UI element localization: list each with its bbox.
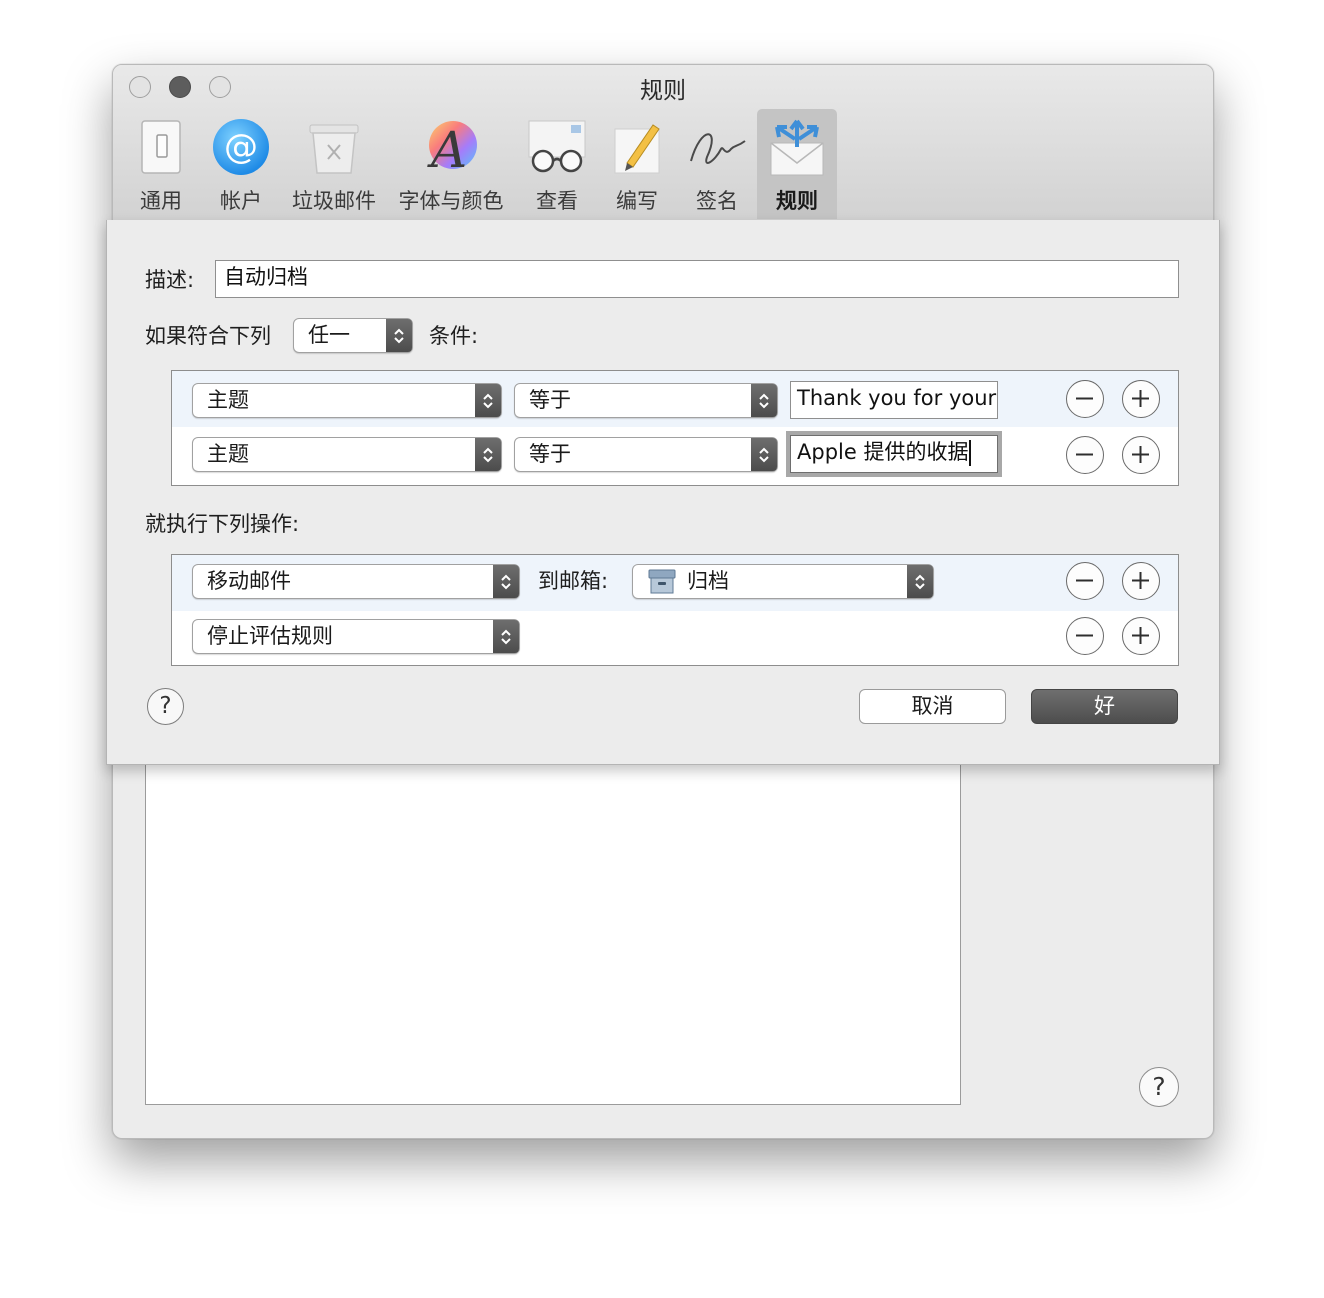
popup-stepper-icon — [493, 565, 519, 598]
minus-icon — [1076, 579, 1093, 582]
condition-row: 主题 等于 Thank you for your — [172, 371, 1178, 427]
toolbar-item-accounts[interactable]: @ 帐户 — [201, 109, 281, 219]
mailbox-value: 归档 — [687, 569, 729, 593]
condition-field-popup[interactable]: 主题 — [192, 437, 502, 472]
actions-list: 移动邮件 到邮箱: 归档 停止评估规则 — [171, 554, 1179, 666]
rules-list[interactable] — [145, 761, 961, 1105]
sheet-help-button[interactable]: ? — [147, 688, 184, 725]
toolbar-item-viewing[interactable]: 查看 — [517, 109, 597, 219]
condition-row: 主题 等于 Apple 提供的收据 — [172, 427, 1178, 483]
plus-icon — [1132, 390, 1149, 407]
plus-icon — [1132, 446, 1149, 463]
popup-stepper-icon — [751, 384, 777, 417]
condition-operator-popup[interactable]: 等于 — [514, 437, 778, 472]
add-condition-button[interactable] — [1122, 380, 1160, 418]
add-action-button[interactable] — [1122, 617, 1160, 655]
toolbar-item-rules[interactable]: 规则 — [757, 109, 837, 219]
conditions-label: 条件: — [429, 324, 479, 348]
condition-value-field-focused[interactable]: Apple 提供的收据 — [790, 435, 998, 473]
archive-box-icon — [648, 569, 676, 594]
action-popup[interactable]: 停止评估规则 — [192, 619, 520, 654]
condition-field-value: 主题 — [207, 442, 249, 466]
toolbar-label-accounts: 帐户 — [220, 189, 262, 213]
minus-icon — [1076, 634, 1093, 637]
toolbar-item-composing[interactable]: 编写 — [597, 109, 677, 219]
remove-condition-button[interactable] — [1066, 380, 1104, 418]
toolbar-item-fonts-colors[interactable]: A 字体与颜色 — [389, 109, 513, 219]
svg-text:A: A — [427, 121, 467, 177]
condition-operator-popup[interactable]: 等于 — [514, 383, 778, 418]
remove-action-button[interactable] — [1066, 562, 1104, 600]
action-popup[interactable]: 移动邮件 — [192, 564, 520, 599]
rule-editor-sheet: 描述: 自动归档 如果符合下列 任一 条件: 主题 等于 Thank you f… — [106, 220, 1220, 765]
toolbar-item-junk[interactable]: 垃圾邮件 — [281, 109, 387, 219]
action-value: 移动邮件 — [207, 569, 291, 593]
action-value: 停止评估规则 — [207, 624, 333, 648]
action-row: 停止评估规则 — [172, 611, 1178, 667]
condition-field-value: 主题 — [207, 388, 249, 412]
condition-field-popup[interactable]: 主题 — [192, 383, 502, 418]
toolbar-label-junk: 垃圾邮件 — [292, 189, 376, 213]
toolbar-label-composing: 编写 — [616, 189, 658, 213]
window-title: 规则 — [640, 78, 686, 104]
text-cursor — [969, 440, 971, 466]
minus-icon — [1076, 453, 1093, 456]
condition-value-text: Apple 提供的收据 — [797, 440, 969, 464]
plus-icon — [1132, 627, 1149, 644]
toolbar-label-fonts-colors: 字体与颜色 — [398, 189, 504, 213]
signature-icon — [690, 133, 746, 164]
svg-text:@: @ — [224, 127, 258, 167]
remove-action-button[interactable] — [1066, 617, 1104, 655]
toolbar-label-viewing: 查看 — [536, 189, 578, 213]
glasses-icon — [528, 120, 586, 173]
toolbar-item-signatures[interactable]: 签名 — [677, 109, 757, 219]
conditions-list: 主题 等于 Thank you for your 主题 等于 Apple 提供的… — [171, 370, 1179, 486]
remove-condition-button[interactable] — [1066, 436, 1104, 474]
if-match-label: 如果符合下列 — [145, 324, 271, 348]
action-row: 移动邮件 到邮箱: 归档 — [172, 555, 1178, 611]
toolbar-label-general: 通用 — [140, 189, 182, 213]
condition-operator-value: 等于 — [529, 388, 571, 412]
add-action-button[interactable] — [1122, 562, 1160, 600]
help-button[interactable]: ? — [1139, 1067, 1179, 1107]
condition-operator-value: 等于 — [529, 442, 571, 466]
plus-icon — [1132, 572, 1149, 589]
to-mailbox-label: 到邮箱: — [538, 569, 609, 593]
cancel-button[interactable]: 取消 — [859, 689, 1006, 724]
minus-icon — [1076, 397, 1093, 400]
condition-value-field[interactable]: Thank you for your — [790, 381, 998, 419]
pencil-icon — [614, 124, 660, 174]
popup-stepper-icon — [475, 438, 501, 471]
popup-stepper-icon — [386, 319, 412, 352]
description-field[interactable]: 自动归档 — [215, 260, 1179, 298]
toolbar-label-signatures: 签名 — [696, 189, 738, 213]
ok-button[interactable]: 好 — [1031, 689, 1178, 724]
mailbox-popup[interactable]: 归档 — [632, 564, 934, 599]
match-popup[interactable]: 任一 — [293, 318, 413, 353]
title-bar: 规则 通用 @ 帐户 垃圾邮件 A 字体与颜色 查看 编写 签名 规则 — [113, 65, 1213, 221]
toolbar-label-rules: 规则 — [776, 189, 818, 213]
description-label: 描述: — [145, 268, 195, 292]
rules-envelope-icon — [770, 119, 824, 176]
popup-stepper-icon — [751, 438, 777, 471]
popup-stepper-icon — [493, 620, 519, 653]
junk-bin-icon — [309, 124, 359, 174]
match-popup-value: 任一 — [308, 323, 350, 347]
popup-stepper-icon — [907, 565, 933, 598]
actions-label: 就执行下列操作: — [145, 512, 300, 536]
at-sign-icon: @ — [213, 119, 269, 175]
toolbar-item-general[interactable]: 通用 — [121, 109, 201, 219]
switch-icon — [141, 120, 181, 174]
popup-stepper-icon — [475, 384, 501, 417]
font-icon: A — [427, 121, 477, 177]
add-condition-button[interactable] — [1122, 436, 1160, 474]
